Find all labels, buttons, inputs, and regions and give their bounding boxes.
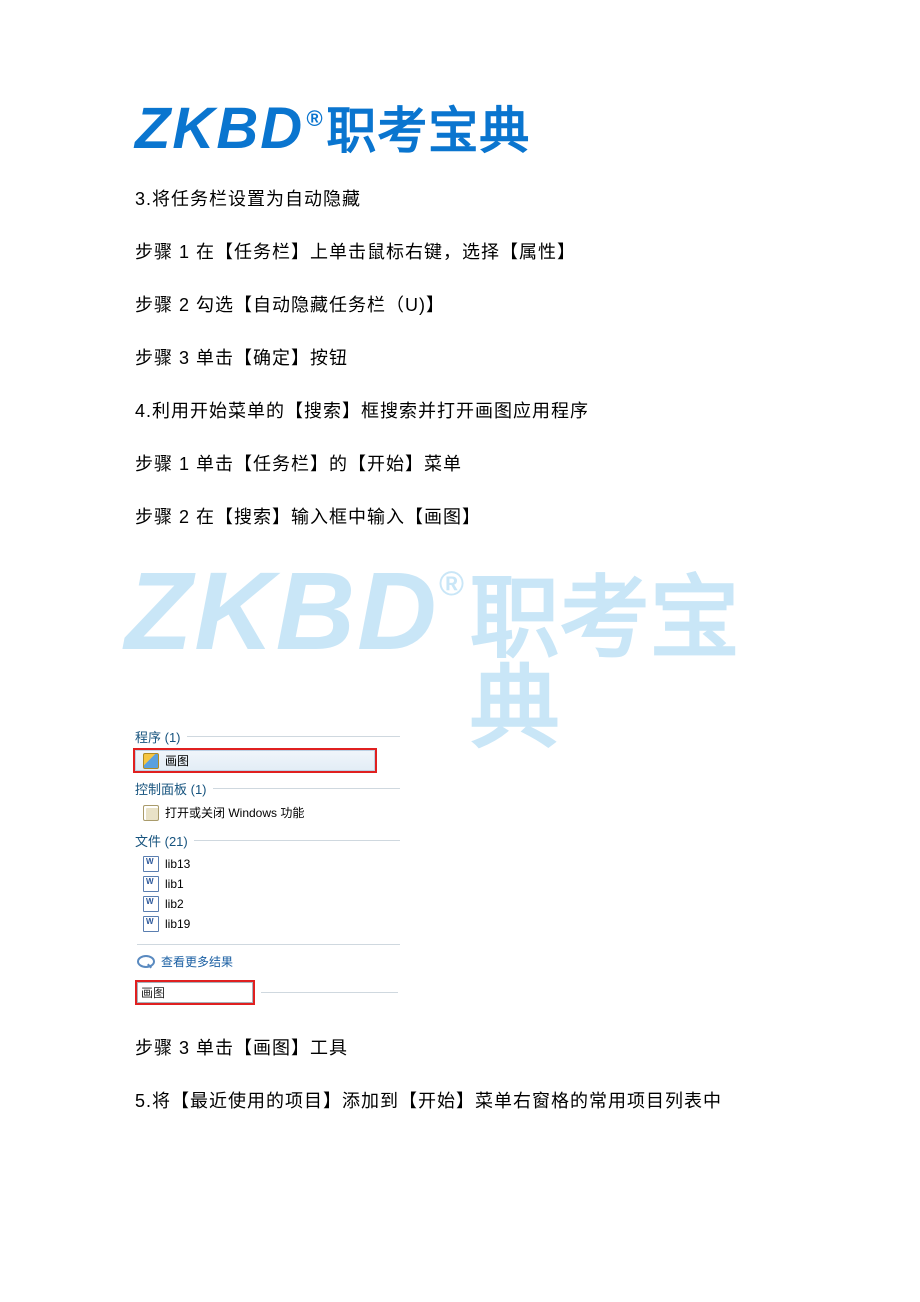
q3-title: 3.将任务栏设置为自动隐藏 xyxy=(135,186,785,213)
watermark-chinese: 职考宝典 xyxy=(470,574,785,754)
search-result-windows-features[interactable]: 打开或关闭 Windows 功能 xyxy=(135,802,400,823)
search-result-label: lib19 xyxy=(165,917,190,931)
magnifier-icon xyxy=(137,955,155,968)
watermark: ZKBD® 职考宝典 xyxy=(125,557,785,717)
paint-icon xyxy=(143,753,159,769)
document-icon xyxy=(143,916,159,932)
q4-step3: 步骤 3 单击【画图】工具 xyxy=(135,1035,785,1062)
search-result-file[interactable]: lib13 xyxy=(135,854,400,874)
document-icon xyxy=(143,856,159,872)
see-more-results-link[interactable]: 查看更多结果 xyxy=(137,944,400,970)
divider xyxy=(261,992,398,993)
more-results-label: 查看更多结果 xyxy=(161,953,233,970)
search-result-file[interactable]: lib2 xyxy=(135,894,400,914)
search-input-row: 画图 xyxy=(135,976,400,1005)
search-result-label: 画图 xyxy=(165,752,189,769)
logo: ZKBD® 职考宝典 xyxy=(135,100,785,158)
watermark-registered-icon: ® xyxy=(439,567,464,601)
start-menu-search-screenshot: 程序 (1) 画图 控制面板 (1) 打开或关闭 Windows 功能 文件 (… xyxy=(135,727,400,1005)
document-icon xyxy=(143,896,159,912)
search-input[interactable]: 画图 xyxy=(137,982,253,1003)
controlpanel-group-header: 控制面板 (1) xyxy=(135,779,400,798)
search-result-label: lib13 xyxy=(165,857,190,871)
windows-feature-icon xyxy=(143,805,159,821)
search-result-file[interactable]: lib19 xyxy=(135,914,400,934)
document-page: ZKBD® 职考宝典 3.将任务栏设置为自动隐藏 步骤 1 在【任务栏】上单击鼠… xyxy=(0,0,920,1201)
document-icon xyxy=(143,876,159,892)
logo-latin: ZKBD xyxy=(135,100,304,158)
watermark-latin: ZKBD xyxy=(125,557,439,667)
q4-step1: 步骤 1 单击【任务栏】的【开始】菜单 xyxy=(135,451,785,478)
q3-step2: 步骤 2 勾选【自动隐藏任务栏（U)】 xyxy=(135,292,785,319)
search-result-file[interactable]: lib1 xyxy=(135,874,400,894)
search-result-label: lib1 xyxy=(165,877,184,891)
search-result-label: lib2 xyxy=(165,897,184,911)
q3-step1: 步骤 1 在【任务栏】上单击鼠标右键，选择【属性】 xyxy=(135,239,785,266)
logo-chinese: 职考宝典 xyxy=(326,106,530,156)
q5-title: 5.将【最近使用的项目】添加到【开始】菜单右窗格的常用项目列表中 xyxy=(135,1088,785,1115)
search-result-label: 打开或关闭 Windows 功能 xyxy=(165,804,304,821)
logo-registered-icon: ® xyxy=(306,108,322,130)
q3-step3: 步骤 3 单击【确定】按钮 xyxy=(135,345,785,372)
q4-step2: 步骤 2 在【搜索】输入框中输入【画图】 xyxy=(135,504,785,531)
q4-title: 4.利用开始菜单的【搜索】框搜索并打开画图应用程序 xyxy=(135,398,785,425)
files-group-header: 文件 (21) xyxy=(135,831,400,850)
